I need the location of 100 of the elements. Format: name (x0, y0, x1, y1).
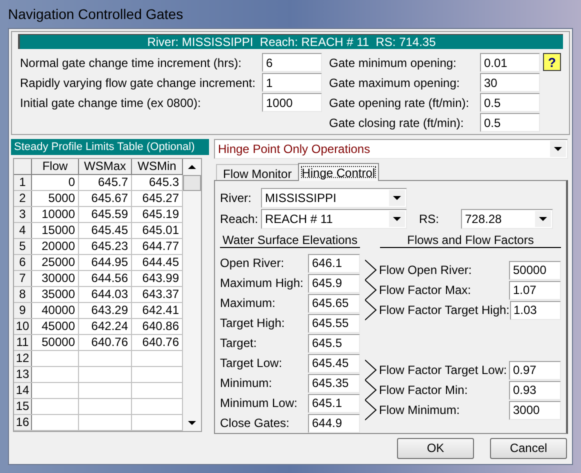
input-field[interactable]: 645.5 (308, 334, 360, 352)
table-cell: 10000 (32, 207, 79, 222)
row-number: 10 (14, 319, 32, 334)
input-field[interactable]: 1000 (262, 93, 322, 112)
bracket-icon (365, 259, 377, 281)
field-label: Flow Open River: (379, 262, 473, 279)
field-label: RS: (419, 210, 440, 228)
dropdown[interactable]: 728.28 (461, 208, 553, 228)
row-number: 16 (14, 415, 32, 430)
input-field[interactable]: 645.65 (308, 294, 360, 312)
input-field[interactable]: 1 (262, 73, 322, 92)
table-cell: 30000 (32, 271, 79, 286)
table-cell: 15000 (32, 223, 79, 238)
table-cell: 645.59 (79, 207, 132, 222)
tab[interactable]: Flow Monitor (216, 164, 298, 180)
scroll-thumb[interactable] (183, 175, 201, 191)
row-number: 9 (14, 303, 32, 318)
row-number: 8 (14, 287, 32, 302)
field-label: River: (220, 190, 252, 206)
field-label: Gate maximum opening: (329, 74, 460, 92)
column-header[interactable]: Flow (32, 159, 79, 174)
table-cell: 40000 (32, 303, 79, 318)
bracket-icon (365, 379, 377, 401)
input-field[interactable]: 3000 (509, 400, 561, 420)
field-label: Normal gate change time increment (hrs): (19, 54, 242, 72)
table-title: Steady Profile Limits Table (Optional) (11, 139, 209, 155)
field-label: Maximum High: (220, 275, 304, 292)
input-field[interactable]: 0.5 (480, 113, 540, 132)
field-label: Minimum: (220, 375, 272, 392)
help-button[interactable]: ? (543, 53, 561, 71)
dropdown[interactable]: MISSISSIPPI (261, 188, 407, 208)
dropdown[interactable]: REACH # 11 (261, 208, 407, 228)
table-cell: 644.56 (79, 271, 132, 286)
input-field[interactable]: 6 (262, 53, 322, 72)
table-cell: 645.45 (79, 223, 132, 238)
dialog-button[interactable]: OK (397, 438, 474, 458)
table-cell: 20000 (32, 239, 79, 254)
input-field[interactable]: 645.55 (308, 314, 360, 332)
input-field[interactable]: 50000 (509, 260, 561, 280)
caret-icon (389, 190, 405, 206)
table-cell: 645.23 (79, 239, 132, 254)
field-label: Open River: (220, 255, 284, 272)
input-field[interactable]: 0.93 (509, 380, 561, 400)
table-cell: 645.67 (79, 191, 132, 206)
field-label: Initial gate change time (ex 0800): (19, 94, 201, 112)
field-label: Close Gates: (220, 415, 290, 432)
input-field[interactable]: 1.07 (509, 280, 561, 300)
location-bar: River: MISSISSIPPI Reach: REACH # 11 RS: 714.35 (18, 34, 563, 49)
window-title: Navigation Controlled Gates (8, 4, 184, 24)
field-label: Target Low: (220, 355, 282, 372)
input-field[interactable]: 645.45 (308, 354, 360, 372)
row-number: 6 (14, 255, 32, 270)
bracket-icon (365, 399, 377, 421)
table-cell: 643.29 (79, 303, 132, 318)
input-field[interactable]: 30 (480, 73, 540, 92)
input-field[interactable]: 0.97 (509, 360, 561, 380)
field-label: Maximum: (220, 295, 276, 312)
table-cell: 640.76 (79, 335, 132, 350)
field-label: Minimum Low: (220, 395, 298, 412)
bracket-icon (365, 279, 377, 301)
field-label: Gate opening rate (ft/min): (329, 94, 470, 112)
section-heading: Water Surface Elevations (220, 233, 360, 248)
dialog-button[interactable]: Cancel (490, 438, 567, 458)
tab[interactable]: Hinge Control (298, 163, 380, 181)
bracket-icon (365, 359, 377, 381)
input-field[interactable]: 646.1 (308, 254, 360, 272)
field-label: Reach: (220, 210, 260, 228)
input-field[interactable]: 0.01 (480, 53, 540, 72)
input-field[interactable]: 0.5 (480, 93, 540, 112)
table-cell: 45000 (32, 319, 79, 334)
caret-icon (389, 210, 405, 226)
table-cell: 5000 (32, 191, 79, 206)
input-field[interactable]: 1.03 (510, 300, 561, 320)
row-number: 7 (14, 271, 32, 286)
table-cell: 50000 (32, 335, 79, 350)
field-label: Target High: (220, 315, 285, 332)
input-field[interactable]: 644.9 (308, 414, 360, 432)
row-number: 15 (14, 399, 32, 414)
input-field[interactable]: 645.9 (308, 274, 360, 292)
scrollbar[interactable] (183, 159, 201, 431)
column-header[interactable]: WSMax (79, 159, 132, 174)
table-cell: 644.03 (79, 287, 132, 302)
row-number: 11 (14, 335, 32, 350)
field-label: Flow Factor Target High: (379, 302, 510, 319)
row-number: 14 (14, 383, 32, 398)
row-number: 2 (14, 191, 32, 206)
row-number: 12 (14, 351, 32, 366)
field-label: Target: (220, 335, 257, 352)
table-cell: 0 (32, 175, 79, 190)
row-number: 1 (14, 175, 32, 190)
row-number: 3 (14, 207, 32, 222)
row-number: 5 (14, 239, 32, 254)
field-label: Flow Minimum: (379, 402, 461, 419)
dropdown[interactable]: Hinge Point Only Operations (214, 139, 568, 159)
caret-icon (535, 210, 551, 226)
caret-icon (550, 141, 566, 157)
input-field[interactable]: 645.35 (308, 374, 360, 392)
table-cell: 645.7 (79, 175, 132, 190)
field-label: Gate minimum opening: (329, 54, 456, 72)
input-field[interactable]: 645.1 (308, 394, 360, 412)
